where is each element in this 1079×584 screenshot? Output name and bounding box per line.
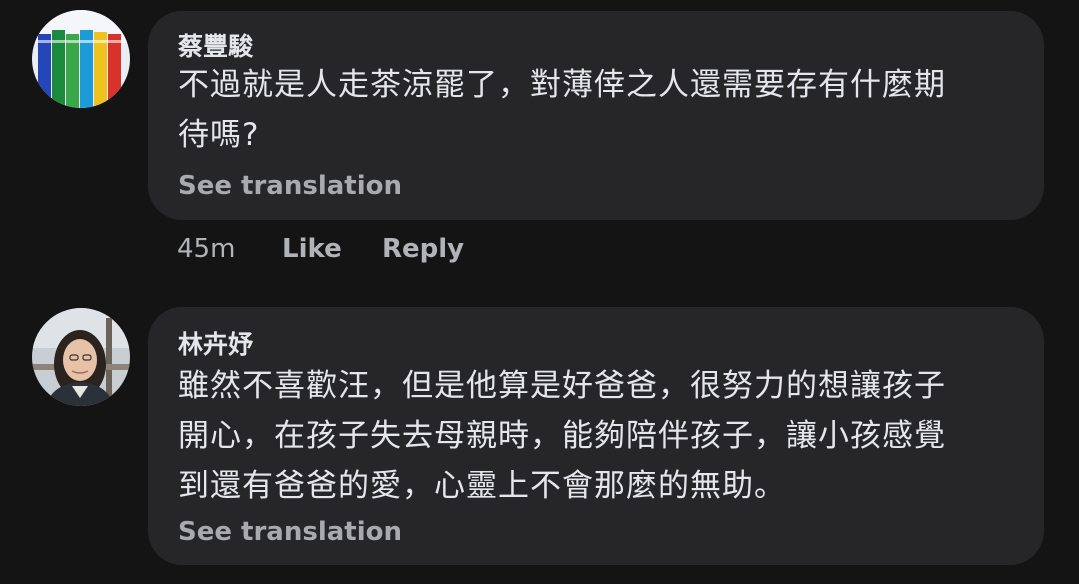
comment-text-line: 開心，在孩子失去母親時，能夠陪伴孩子，讓小孩感覺 xyxy=(178,418,946,454)
comment-author[interactable]: 林卉妤 xyxy=(178,332,253,357)
comment-text-line: 到還有爸爸的愛，心靈上不會那麼的無助。 xyxy=(178,468,786,504)
comment-timestamp[interactable]: 45m xyxy=(177,236,235,262)
comment-text-line: 雖然不喜歡汪，但是他算是好爸爸，很努力的想讓孩子 xyxy=(178,368,946,404)
comment-bubble-1: 蔡豐駿 不過就是人走茶涼罷了，對薄倖之人還需要存有什麼期 待嗎? See tra… xyxy=(148,11,1044,220)
comment-text-line: 待嗎? xyxy=(178,117,260,153)
comment-text: 不過就是人走茶涼罷了，對薄倖之人還需要存有什麼期 待嗎? xyxy=(178,60,1024,160)
woman-portrait-icon xyxy=(32,308,130,406)
comment-text: 雖然不喜歡汪，但是他算是好爸爸，很努力的想讓孩子 開心，在孩子失去母親時，能夠陪… xyxy=(178,361,1024,511)
see-translation-link[interactable]: See translation xyxy=(178,173,402,199)
colored-pencils-icon xyxy=(32,10,130,108)
avatar-commenter-2[interactable] xyxy=(32,308,130,406)
see-translation-link[interactable]: See translation xyxy=(178,519,402,545)
avatar-commenter-1[interactable] xyxy=(32,10,130,108)
comment-author[interactable]: 蔡豐駿 xyxy=(178,34,253,59)
reply-button[interactable]: Reply xyxy=(382,236,464,262)
like-button[interactable]: Like xyxy=(282,236,342,262)
comment-bubble-2: 林卉妤 雖然不喜歡汪，但是他算是好爸爸，很努力的想讓孩子 開心，在孩子失去母親時… xyxy=(148,307,1044,565)
comment-text-line: 不過就是人走茶涼罷了，對薄倖之人還需要存有什麼期 xyxy=(178,67,946,103)
